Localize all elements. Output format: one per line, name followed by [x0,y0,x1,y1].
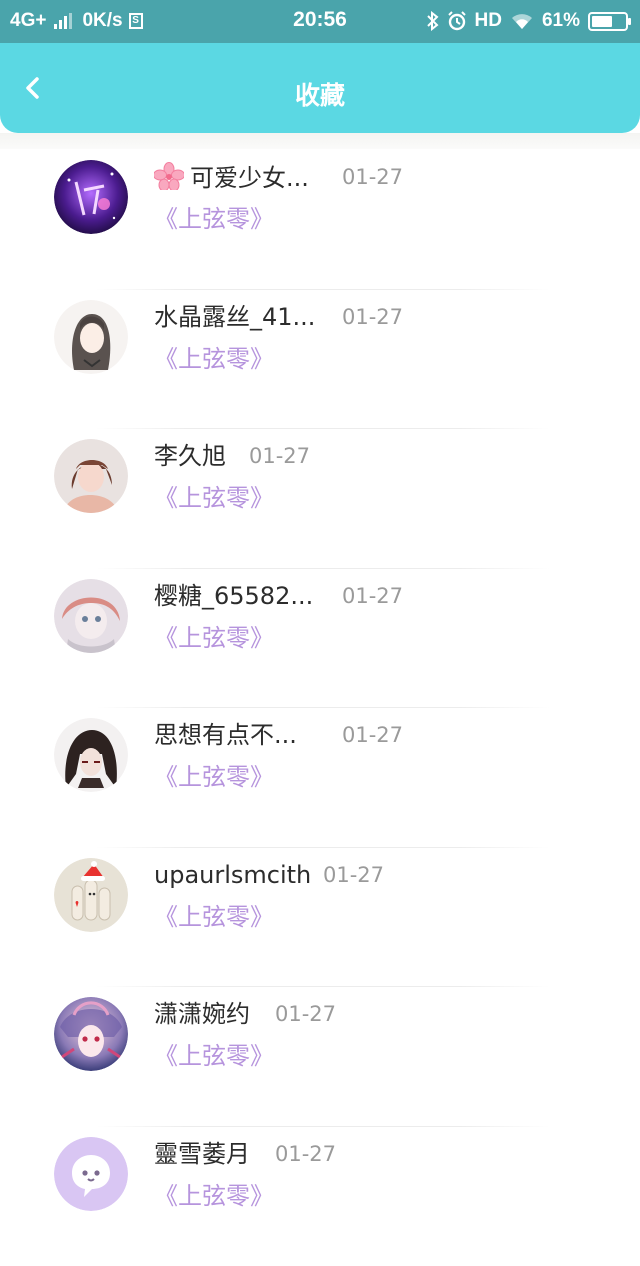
work-title[interactable]: 《上弦零》 [154,902,274,932]
avatar[interactable] [54,997,128,1071]
work-title[interactable]: 《上弦零》 [154,623,274,653]
favorites-list: 可爱少女... 01-27 《上弦零》 水晶露丝_41... 01-27 《上弦… [0,150,640,1266]
user-name: upaurlsmcith [154,860,311,890]
avatar[interactable] [54,858,128,932]
avatar[interactable] [54,160,128,234]
list-item[interactable]: 思想有点不... 01-27 《上弦零》 [0,708,640,848]
wifi-icon [510,12,534,30]
alarm-icon [447,11,467,31]
user-name: 樱糖_65582... [154,581,313,611]
list-item[interactable]: 可爱少女... 01-27 《上弦零》 [0,150,640,290]
list-item[interactable]: 李久旭 01-27 《上弦零》 [0,429,640,569]
user-name: 可爱少女... [154,162,309,193]
date-label: 01-27 [342,583,403,609]
user-name: 水晶露丝_41... [154,302,315,332]
list-item[interactable]: 潇潇婉约 01-27 《上弦零》 [0,987,640,1127]
header-shadow [0,133,640,149]
avatar[interactable] [54,579,128,653]
user-name: 思想有点不... [154,720,297,750]
date-label: 01-27 [342,164,403,190]
battery-icon [588,12,628,31]
battery-percent: 61% [542,10,580,32]
battery-fill [592,16,612,27]
bluetooth-icon [427,11,439,31]
page-title: 收藏 [0,81,640,111]
status-bar: 4G+ 0K/s S 20:56 HD 61% [0,0,640,44]
date-label: 01-27 [249,443,310,469]
avatar[interactable] [54,439,128,513]
work-title[interactable]: 《上弦零》 [154,483,274,513]
work-title[interactable]: 《上弦零》 [154,204,274,234]
date-label: 01-27 [275,1141,336,1167]
user-name-text: 可爱少女... [190,164,309,192]
avatar[interactable] [54,1137,128,1211]
avatar[interactable] [54,718,128,792]
work-title[interactable]: 《上弦零》 [154,1041,274,1071]
user-name: 靈雪萎月 [154,1139,250,1169]
work-title[interactable]: 《上弦零》 [154,762,274,792]
hd-indicator: HD [475,10,502,32]
status-right: HD 61% [427,10,628,32]
work-title[interactable]: 《上弦零》 [154,1181,274,1211]
cherry-blossom-icon [154,162,184,190]
list-item[interactable]: upaurlsmcith 01-27 《上弦零》 [0,848,640,988]
list-item[interactable]: 樱糖_65582... 01-27 《上弦零》 [0,569,640,709]
date-label: 01-27 [342,304,403,330]
list-item[interactable]: 水晶露丝_41... 01-27 《上弦零》 [0,290,640,430]
avatar[interactable] [54,300,128,374]
list-item[interactable]: 靈雪萎月 01-27 《上弦零》 [0,1127,640,1266]
user-name: 潇潇婉约 [154,999,250,1029]
user-name: 李久旭 [154,441,226,471]
header-bar: 收藏 [0,43,640,133]
work-title[interactable]: 《上弦零》 [154,344,274,374]
date-label: 01-27 [323,862,384,888]
date-label: 01-27 [275,1001,336,1027]
date-label: 01-27 [342,722,403,748]
